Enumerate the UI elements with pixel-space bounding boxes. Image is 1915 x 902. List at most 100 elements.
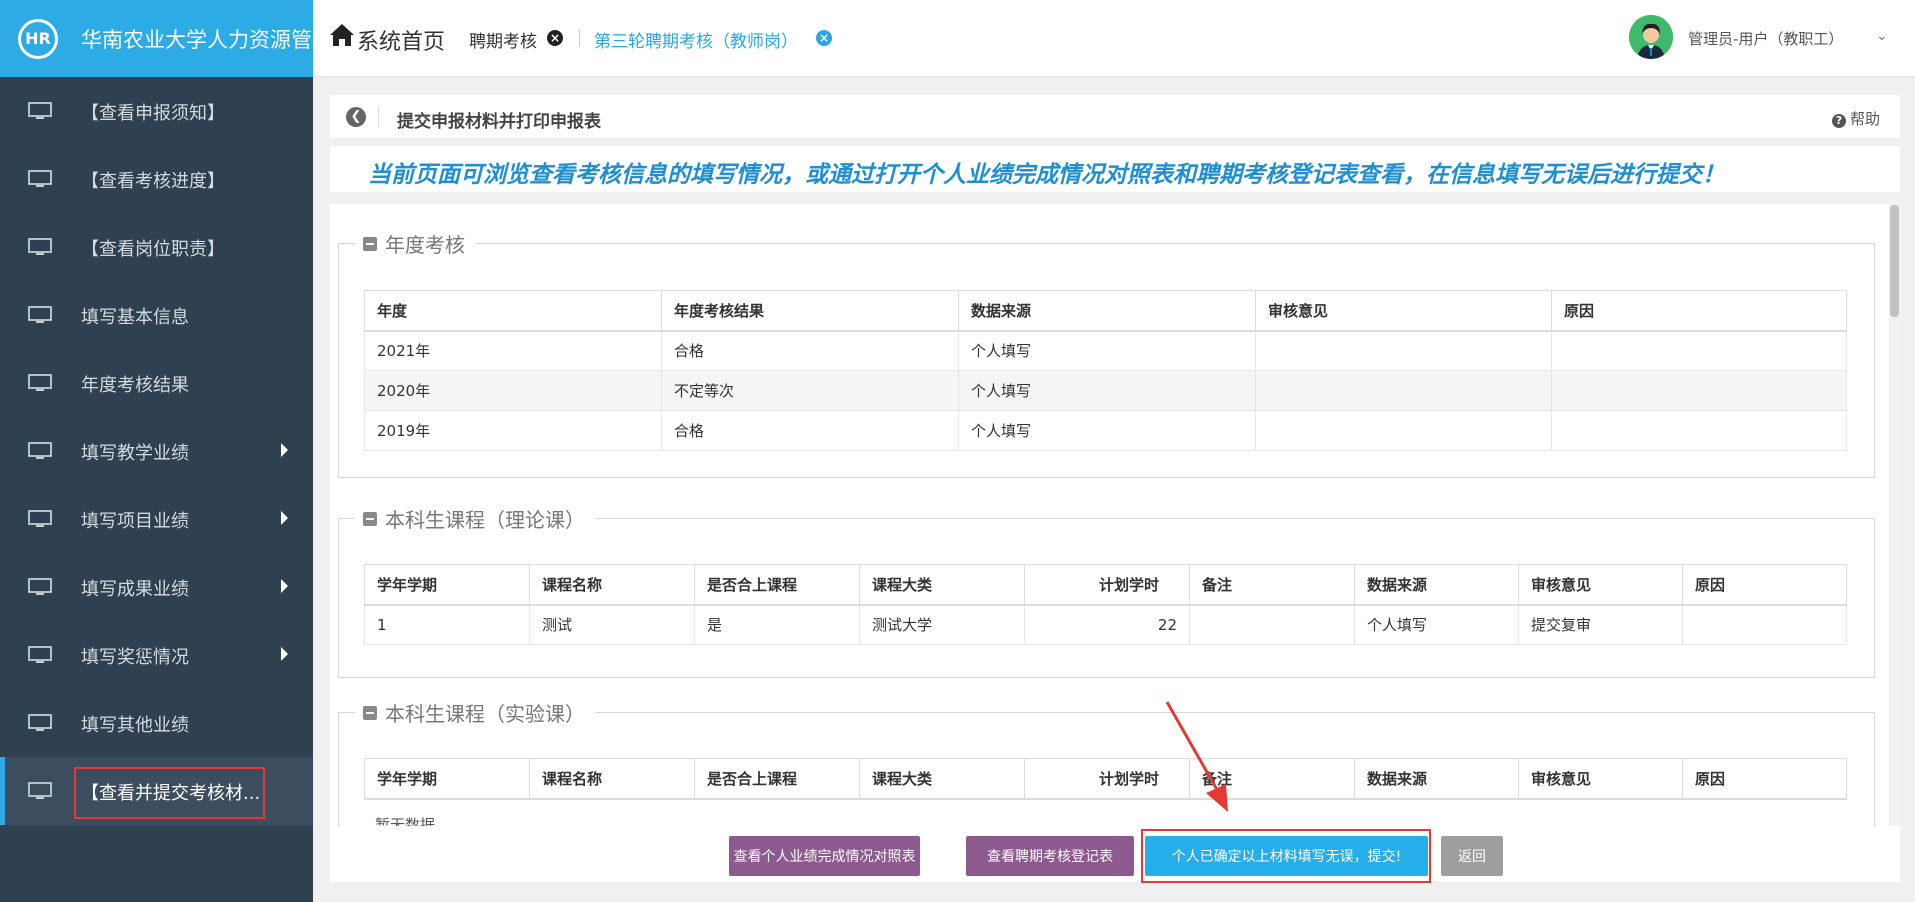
column-header: 课程名称 <box>529 564 695 606</box>
sidebar-item-label: 【查看考核进度】 <box>81 171 225 192</box>
table-cell: 提交复审 <box>1518 604 1683 645</box>
sidebar-item-label: 填写成果业绩 <box>81 579 189 600</box>
hr-logo: HR <box>18 18 58 59</box>
tab-appraisal[interactable]: 聘期考核 <box>469 27 537 52</box>
column-header: 课程大类 <box>859 758 1025 800</box>
table-cell <box>1551 330 1847 371</box>
sidebar-item[interactable]: 【查看考核进度】 <box>0 145 313 213</box>
column-header: 审核意见 <box>1255 290 1552 332</box>
table-cell: 个人填写 <box>1354 604 1519 645</box>
help-link[interactable]: ? 帮助 <box>1831 108 1880 129</box>
sidebar-item[interactable]: 填写项目业绩 <box>0 485 313 553</box>
table-row[interactable]: 2020年 不定等次 个人填写 <box>364 370 1847 411</box>
submit-button[interactable]: 个人已确定以上材料填写无误，提交! <box>1145 836 1428 876</box>
column-header: 学年学期 <box>364 758 530 800</box>
annual-table: 年度 年度考核结果 数据来源 审核意见 原因 2021年 合格 个人填写 2020年 不定等次个… <box>364 290 1847 451</box>
table-cell: 不定等次 <box>661 370 959 411</box>
table-cell <box>1255 410 1552 451</box>
chevron-right-icon <box>281 511 288 525</box>
table-cell: 测试大学 <box>859 604 1025 645</box>
sidebar-item[interactable]: 年度考核结果 <box>0 349 313 417</box>
avatar[interactable] <box>1629 15 1673 59</box>
action-bar: 查看个人业绩完成情况对照表 查看聘期考核登记表 个人已确定以上材料填写无误，提交… <box>330 826 1900 883</box>
panel-header: ❮ 提交申报材料并打印申报表 ? 帮助 <box>330 95 1900 139</box>
table-row[interactable]: 2019年 合格 个人填写 <box>364 410 1847 451</box>
collapse-icon[interactable] <box>363 705 377 720</box>
notice-text: 当前页面可浏览查看考核信息的填写情况，或通过打开个人业绩完成情况对照表和聘期考核… <box>368 162 1725 188</box>
theory-legend[interactable]: 本科生课程（理论课） <box>355 504 595 533</box>
home-icon[interactable] <box>329 23 355 47</box>
table-cell: 是 <box>694 604 860 645</box>
column-header: 数据来源 <box>1354 564 1519 606</box>
annual-legend[interactable]: 年度考核 <box>355 229 475 258</box>
scrollbar-thumb[interactable] <box>1890 205 1899 317</box>
table-row[interactable]: 1 测试是测试大学 22 个人填写 提交复审 <box>364 604 1847 645</box>
view-register-table-button[interactable]: 查看聘期考核登记表 <box>966 836 1134 876</box>
sidebar-item[interactable]: 【查看申报须知】 <box>0 77 313 145</box>
table-cell <box>1189 604 1355 645</box>
monitor-icon <box>28 238 52 255</box>
column-header: 计划学时 <box>1024 758 1190 800</box>
monitor-icon <box>28 646 52 663</box>
table-cell <box>1255 370 1552 411</box>
column-header: 备注 <box>1189 564 1355 606</box>
table-cell: 2019年 <box>364 410 662 451</box>
theory-table: 学年学期 课程名称 是否合上课程 课程大类 计划学时 备注 数据来源 审核意见 原因 1 测试是测… <box>364 564 1847 645</box>
column-header: 计划学时 <box>1024 564 1190 606</box>
sidebar-item-label: 年度考核结果 <box>81 375 189 396</box>
home-link[interactable]: 系统首页 <box>357 24 445 56</box>
tab-third-round[interactable]: 第三轮聘期考核（教师岗） <box>594 27 798 52</box>
sidebar: HR 华南农业大学人力资源管 【查看申报须知】 【查看考核进度】 【查看岗位职责】填… <box>0 0 313 902</box>
sidebar-item-label: 填写其他业绩 <box>81 715 189 736</box>
column-header: 审核意见 <box>1518 758 1683 800</box>
table-cell: 合格 <box>661 410 959 451</box>
collapse-icon[interactable] <box>363 511 377 526</box>
monitor-icon <box>28 442 52 459</box>
sidebar-item[interactable]: 填写其他业绩 <box>0 689 313 757</box>
table-cell: 2021年 <box>364 330 662 371</box>
highlight-box <box>74 767 265 819</box>
sidebar-item[interactable]: 填写成果业绩 <box>0 553 313 621</box>
lab-table: 学年学期 课程名称 是否合上课程 课程大类 计划学时 备注 数据来源 审核意见 原因 <box>364 758 1847 800</box>
user-name[interactable]: 管理员-用户（教职工） <box>1688 28 1843 49</box>
sidebar-item[interactable]: 【查看岗位职责】 <box>0 213 313 281</box>
monitor-icon <box>28 510 52 527</box>
empty-message: 暂无数据 <box>375 816 436 826</box>
back-arrow-icon[interactable]: ❮ <box>346 107 366 127</box>
column-header: 审核意见 <box>1518 564 1683 606</box>
brand-header: HR 华南农业大学人力资源管 <box>0 0 313 77</box>
sidebar-item[interactable]: 填写奖惩情况 <box>0 621 313 689</box>
table-cell: 22 <box>1024 604 1190 645</box>
back-button[interactable]: 返回 <box>1441 836 1503 876</box>
table-cell: 1 <box>364 604 530 645</box>
sidebar-nav: 【查看申报须知】 【查看考核进度】 【查看岗位职责】填写基本信息年度考核结果填写教学… <box>0 77 313 825</box>
lab-legend[interactable]: 本科生课程（实验课） <box>355 698 595 727</box>
monitor-icon <box>28 782 52 799</box>
sidebar-item[interactable]: 填写教学业绩 <box>0 417 313 485</box>
sidebar-item-label: 【查看申报须知】 <box>81 103 225 124</box>
column-header: 是否合上课程 <box>694 758 860 800</box>
close-tab-icon[interactable]: × <box>816 30 832 46</box>
sidebar-item-label: 填写项目业绩 <box>81 511 189 532</box>
column-header: 是否合上课程 <box>694 564 860 606</box>
table-cell <box>1682 604 1847 645</box>
top-bar: 系统首页 聘期考核 × 第三轮聘期考核（教师岗） × 管理员-用户（教职工） ⌄ <box>313 0 1915 77</box>
table-cell: 合格 <box>661 330 959 371</box>
sidebar-item[interactable]: 填写基本信息 <box>0 281 313 349</box>
table-cell <box>1551 410 1847 451</box>
theory-legend-text: 本科生课程（理论课） <box>385 508 585 532</box>
sidebar-item[interactable]: 【查看并提交考核材... <box>0 757 313 825</box>
monitor-icon <box>28 714 52 731</box>
close-tab-icon[interactable]: × <box>547 30 563 46</box>
table-row[interactable]: 2021年 合格 个人填写 <box>364 330 1847 371</box>
lab-legend-text: 本科生课程（实验课） <box>385 702 585 726</box>
collapse-icon[interactable] <box>363 236 377 251</box>
brand-title: 华南农业大学人力资源管 <box>81 27 312 52</box>
view-compare-table-button[interactable]: 查看个人业绩完成情况对照表 <box>729 836 920 876</box>
column-header: 学年学期 <box>364 564 530 606</box>
chevron-down-icon[interactable]: ⌄ <box>1876 28 1888 44</box>
table-cell <box>1551 370 1847 411</box>
chevron-right-icon <box>281 443 288 457</box>
sidebar-item-label: 填写奖惩情况 <box>81 647 189 668</box>
sidebar-item-label: 【查看岗位职责】 <box>81 239 225 260</box>
